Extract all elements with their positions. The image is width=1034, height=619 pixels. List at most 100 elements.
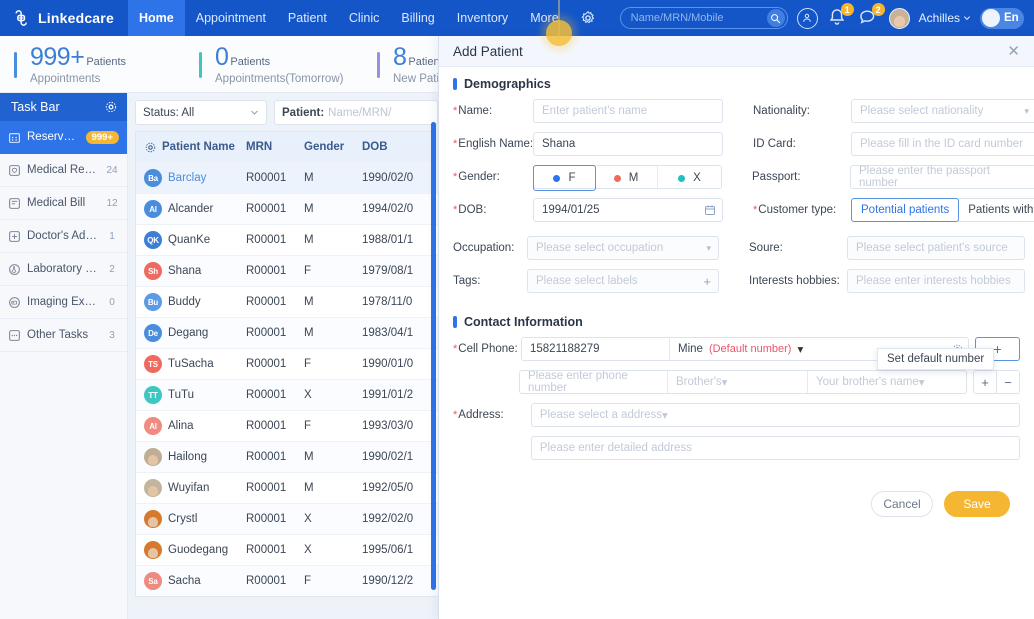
- gear-icon[interactable]: [104, 100, 118, 114]
- cell-dob: 1995/06/1: [362, 544, 414, 556]
- english-name-field[interactable]: Shana: [533, 132, 723, 156]
- table-row[interactable]: Guodegang R00001 X 1995/06/1: [136, 534, 438, 565]
- sidebar-item-count: 12: [106, 197, 118, 209]
- nav-item-home[interactable]: Home: [128, 0, 185, 36]
- customer-type-formal[interactable]: Patients with formal: [958, 198, 1034, 222]
- table-row[interactable]: Crystl R00001 X 1992/02/0: [136, 503, 438, 534]
- cell-patient-name: Crystl: [136, 510, 246, 528]
- table-row[interactable]: TT TuTu R00001 X 1991/01/2: [136, 379, 438, 410]
- table-row[interactable]: Bu Buddy R00001 M 1978/11/0: [136, 286, 438, 317]
- customer-type-potential[interactable]: Potential patients: [851, 198, 960, 222]
- table-row[interactable]: Hailong R00001 M 1990/02/1: [136, 441, 438, 472]
- table-row[interactable]: Wuyifan R00001 M 1992/05/0: [136, 472, 438, 503]
- cell-gender: M: [304, 203, 314, 215]
- status-filter-select[interactable]: Status: All: [135, 100, 267, 125]
- avatar: Sa: [144, 572, 162, 590]
- table-row[interactable]: Al Alina R00001 F 1993/03/0: [136, 410, 438, 441]
- avatar: TT: [144, 386, 162, 404]
- panel-title: Add Patient: [453, 43, 523, 59]
- interests-field[interactable]: Please enter interests hobbies: [847, 269, 1025, 293]
- language-toggle[interactable]: En: [980, 7, 1024, 29]
- nav-item-inventory[interactable]: Inventory: [446, 0, 519, 36]
- nav-item-billing[interactable]: Billing: [390, 0, 445, 36]
- sidebar-item-imaging-exam[interactable]: Imaging Exam... 0: [0, 286, 127, 319]
- table-row[interactable]: QK QuanKe R00001 M 1988/01/1: [136, 224, 438, 255]
- nav-item-patient[interactable]: Patient: [277, 0, 338, 36]
- cell-mrn: R00001: [246, 513, 287, 525]
- passport-label: Passport:: [752, 171, 801, 183]
- cell-mrn: R00001: [246, 203, 287, 215]
- nav-item-clinic[interactable]: Clinic: [338, 0, 391, 36]
- chevron-down-icon: ▾: [706, 242, 711, 253]
- patient-search-input[interactable]: Patient: Name/MRN/: [274, 100, 438, 125]
- add-sub-phone-button[interactable]: +: [973, 370, 997, 394]
- notification-badge: 1: [840, 3, 854, 16]
- sidebar-item-laboratory-exam[interactable]: Laboratory Ex... 2: [0, 253, 127, 286]
- add-user-button[interactable]: [796, 7, 818, 29]
- avatar: Al: [144, 417, 162, 435]
- table-row[interactable]: Sa Sacha R00001 F 1990/12/2: [136, 565, 438, 596]
- nationality-select[interactable]: Please select nationality ▾: [851, 99, 1034, 123]
- nationality-placeholder: Please select nationality: [860, 105, 984, 117]
- table-row[interactable]: TS TuSacha R00001 F 1990/01/0: [136, 348, 438, 379]
- table-row[interactable]: Sh Shana R00001 F 1979/08/1: [136, 255, 438, 286]
- sidebar-item-other-tasks[interactable]: Other Tasks 3: [0, 319, 127, 352]
- remove-sub-phone-button[interactable]: −: [996, 370, 1020, 394]
- avatar: Ba: [144, 169, 162, 187]
- sidebar-item-medical-bill[interactable]: Medical Bill 12: [0, 187, 127, 220]
- table-header-row: Patient Name MRN Gender DOB: [136, 132, 438, 162]
- address-select[interactable]: Please select a address ▾: [530, 403, 1020, 427]
- detailed-address-field[interactable]: Please enter detailed address: [530, 436, 1020, 460]
- sidebar-item-count: 24: [106, 164, 118, 176]
- cell-phone-number-input[interactable]: 15821188279: [522, 338, 670, 360]
- column-settings-gear-icon[interactable]: [144, 141, 157, 154]
- cell-patient-name: Guodegang: [136, 541, 246, 559]
- name-label: Name:: [453, 105, 533, 117]
- brand-logo-area[interactable]: Linkedcare: [0, 0, 128, 36]
- form-row-english-name: English Name: Shana ID Card: Please fill…: [453, 132, 1034, 156]
- id-card-field[interactable]: Please fill in the ID card number: [851, 132, 1034, 156]
- chevron-down-icon: [963, 16, 971, 21]
- close-icon[interactable]: ✕: [1007, 44, 1020, 59]
- name-placeholder: Enter patient's name: [542, 105, 648, 117]
- list-scrollbar-thumb[interactable]: [431, 122, 436, 590]
- messages-button[interactable]: 2: [858, 3, 885, 29]
- settings-gear-button[interactable]: [570, 10, 606, 26]
- cancel-button[interactable]: Cancel: [871, 491, 933, 517]
- calendar-icon[interactable]: [704, 204, 716, 216]
- tags-select[interactable]: Please select labels +: [527, 269, 719, 293]
- gender-option-m[interactable]: M: [595, 166, 658, 190]
- sidebar-item-medical-record[interactable]: Medical Record 24: [0, 154, 127, 187]
- occupation-select[interactable]: Please select occupation ▾: [527, 236, 719, 260]
- cell-mrn: R00001: [246, 296, 287, 308]
- table-row[interactable]: De Degang R00001 M 1983/04/1: [136, 317, 438, 348]
- table-row[interactable]: Ba Barclay R00001 M 1990/02/0: [136, 162, 438, 193]
- search-input[interactable]: [630, 12, 756, 24]
- source-select[interactable]: Please select patient's source: [847, 236, 1025, 260]
- sidebar-item-doctors-advice[interactable]: Doctor's Advice 1: [0, 220, 127, 253]
- name-field[interactable]: Enter patient's name: [533, 99, 723, 123]
- sub-phone-number-input[interactable]: Please enter phone number: [520, 371, 668, 393]
- table-row[interactable]: Al Alcander R00001 M 1994/02/0: [136, 193, 438, 224]
- cell-patient-name: TT TuTu: [136, 386, 246, 404]
- stat-marker: [14, 51, 17, 78]
- dob-field[interactable]: 1994/01/25: [533, 198, 723, 222]
- gender-option-f[interactable]: F: [533, 165, 596, 191]
- stat-unit: Patients: [230, 56, 271, 69]
- user-avatar[interactable]: [888, 7, 910, 29]
- brand-name: Linkedcare: [38, 10, 114, 26]
- notifications-button[interactable]: 1: [827, 3, 854, 29]
- cell-mrn: R00001: [246, 544, 287, 556]
- plus-icon[interactable]: +: [703, 274, 711, 289]
- sub-phone-name-input[interactable]: Your brother's name ▾: [808, 371, 966, 393]
- account-menu[interactable]: Achilles: [919, 11, 971, 25]
- sidebar-item-reservation[interactable]: Reservation 999+: [0, 121, 127, 154]
- patient-name-text: Wuyifan: [168, 482, 210, 494]
- search-button[interactable]: [766, 9, 785, 27]
- save-button[interactable]: Save: [944, 491, 1010, 517]
- sub-phone-relation-select[interactable]: Brother's ▾: [668, 371, 808, 393]
- passport-field[interactable]: Please enter the passport number: [850, 165, 1034, 189]
- global-search-box[interactable]: [619, 7, 788, 29]
- gender-option-x[interactable]: X: [658, 166, 721, 190]
- nav-item-appointment[interactable]: Appointment: [185, 0, 277, 36]
